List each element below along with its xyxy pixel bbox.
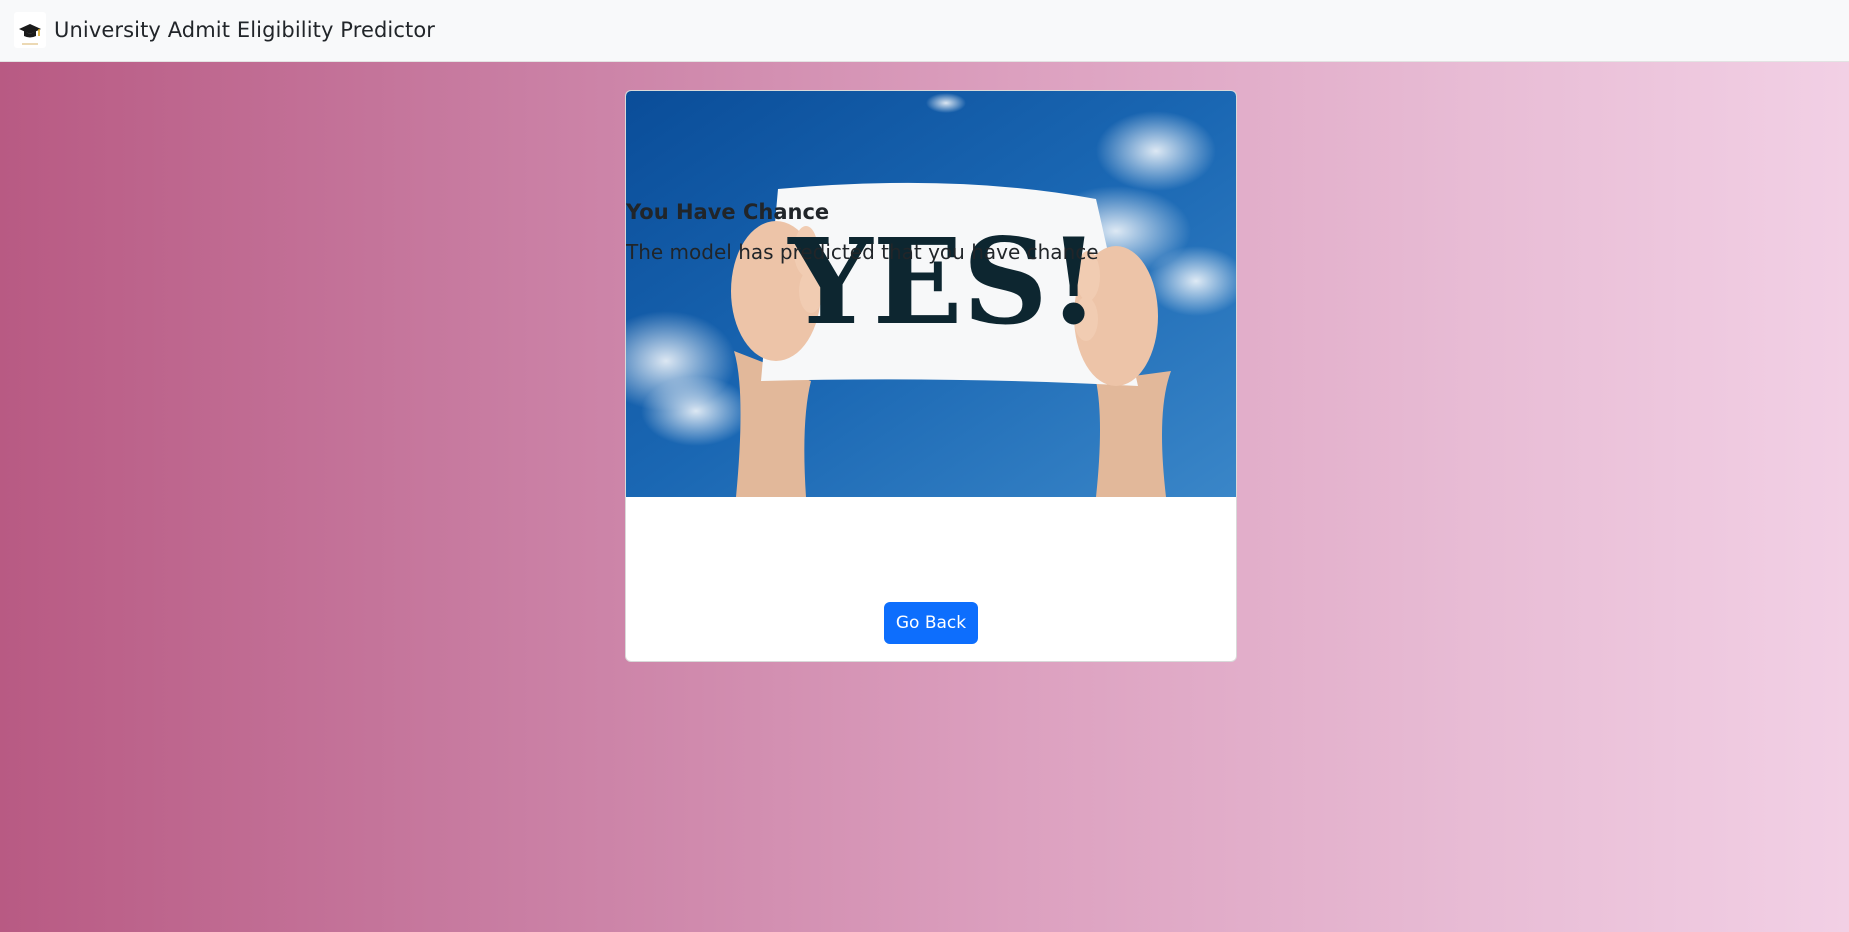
result-message: The model has predicted that you have ch… — [626, 240, 1099, 264]
graduation-cap-icon — [14, 12, 46, 48]
result-title: You Have Chance — [626, 200, 830, 224]
navbar-brand[interactable]: University Admit Eligibility Predictor — [14, 12, 435, 48]
navbar: University Admit Eligibility Predictor — [0, 0, 1849, 62]
brand-title: University Admit Eligibility Predictor — [54, 18, 436, 42]
result-image: YES! — [626, 91, 1236, 497]
sign-text: YES! — [786, 212, 1099, 351]
result-card: YES! You Have Chance The model has predi… — [625, 90, 1237, 662]
go-back-button[interactable]: Go Back — [884, 602, 978, 644]
